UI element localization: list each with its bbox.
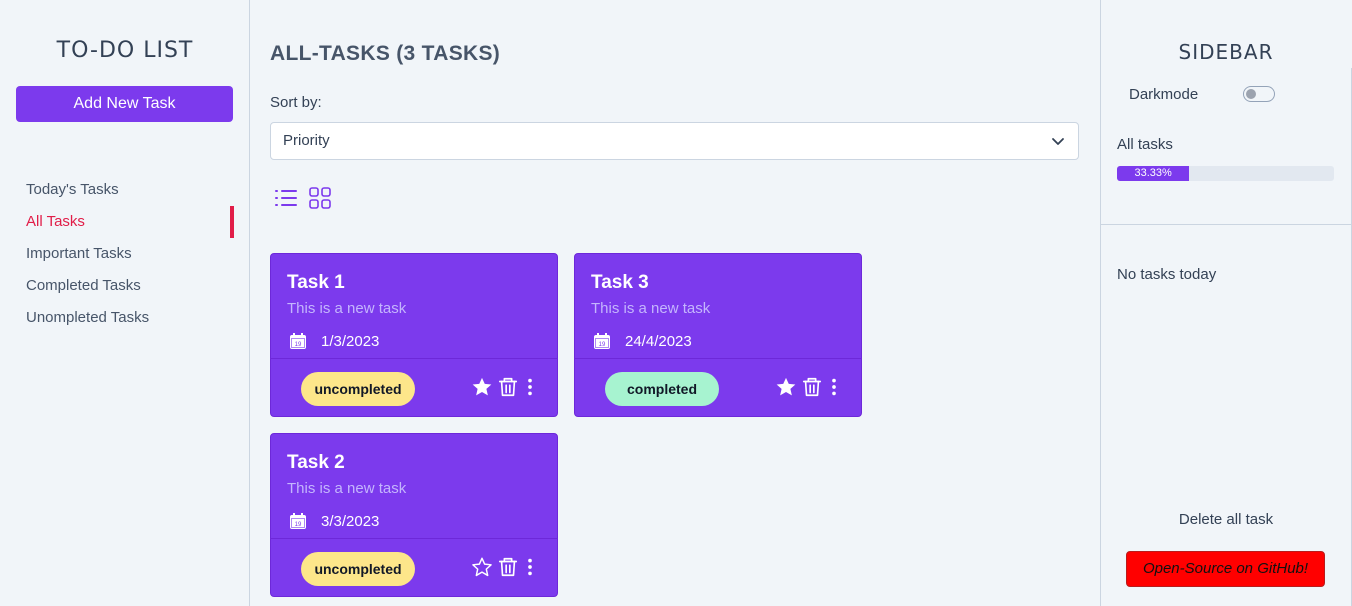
card-divider — [271, 358, 557, 359]
left-sidebar: TO-DO LIST Add New Task Today's Tasks Al… — [0, 0, 250, 606]
task-card[interactable]: Task 3 This is a new task 19 24/4/2023 c… — [574, 253, 862, 417]
progress-fill: 33.33% — [1117, 166, 1190, 181]
nav-item-uncompleted-tasks[interactable]: Unompleted Tasks — [0, 302, 250, 334]
grid-view-icon[interactable] — [308, 186, 332, 210]
more-vertical-icon[interactable] — [523, 556, 537, 583]
task-actions — [775, 376, 841, 403]
task-actions — [471, 556, 537, 583]
task-title: Task 2 — [287, 452, 345, 473]
right-sidebar: SIDEBAR Darkmode All tasks 33.33% No tas… — [1100, 0, 1352, 606]
delete-all-button[interactable]: Delete all task — [1101, 511, 1351, 528]
darkmode-toggle[interactable] — [1243, 86, 1275, 102]
main-content: ALL-TASKS (3 TASKS) Sort by: Priority Ta… — [250, 0, 1100, 606]
task-date: 24/4/2023 — [625, 332, 692, 350]
nav-item-completed-tasks[interactable]: Completed Tasks — [0, 270, 250, 302]
github-button[interactable]: Open-Source on GitHub! — [1126, 551, 1325, 587]
task-date-row: 19 3/3/2023 — [289, 512, 379, 530]
darkmode-label: Darkmode — [1129, 86, 1199, 103]
view-toggle — [274, 186, 332, 210]
svg-text:19: 19 — [295, 522, 302, 528]
card-divider — [271, 538, 557, 539]
trash-icon[interactable] — [497, 376, 519, 403]
task-date-row: 19 1/3/2023 — [289, 332, 379, 350]
task-description: This is a new task — [287, 300, 407, 317]
calendar-icon: 19 — [290, 513, 306, 529]
app-title: TO-DO LIST — [56, 38, 194, 63]
sort-select[interactable]: Priority — [270, 122, 1079, 160]
star-outline-icon[interactable] — [471, 556, 493, 583]
task-title: Task 1 — [287, 272, 345, 293]
task-date: 1/3/2023 — [321, 332, 380, 350]
task-description: This is a new task — [591, 300, 711, 317]
card-divider — [575, 358, 861, 359]
nav-item-todays-tasks[interactable]: Today's Tasks — [0, 174, 250, 206]
task-title: Task 3 — [591, 272, 649, 293]
nav-item-all-tasks[interactable]: All Tasks — [0, 206, 250, 238]
task-card[interactable]: Task 2 This is a new task 19 3/3/2023 un… — [270, 433, 558, 597]
no-tasks-message: No tasks today — [1117, 266, 1217, 283]
status-badge[interactable]: completed — [605, 372, 719, 406]
task-date: 3/3/2023 — [321, 512, 380, 530]
sidebar-divider — [1101, 224, 1351, 225]
task-card[interactable]: Task 1 This is a new task 19 1/3/2023 un… — [270, 253, 558, 417]
star-filled-icon[interactable] — [471, 376, 493, 403]
add-new-task-button[interactable]: Add New Task — [16, 86, 233, 122]
list-view-icon[interactable] — [274, 186, 298, 210]
status-badge[interactable]: uncompleted — [301, 372, 415, 406]
svg-text:19: 19 — [295, 342, 302, 348]
sort-label: Sort by: — [270, 94, 322, 111]
calendar-icon: 19 — [594, 333, 610, 349]
page-title: ALL-TASKS (3 TASKS) — [270, 42, 501, 65]
sort-select-value: Priority — [283, 132, 330, 149]
nav-item-important-tasks[interactable]: Important Tasks — [0, 238, 250, 270]
trash-icon[interactable] — [497, 556, 519, 583]
trash-icon[interactable] — [801, 376, 823, 403]
all-tasks-label: All tasks — [1117, 136, 1173, 153]
nav-menu: Today's Tasks All Tasks Important Tasks … — [0, 174, 250, 334]
sidebar-title: SIDEBAR — [1178, 40, 1274, 64]
status-badge[interactable]: uncompleted — [301, 552, 415, 586]
task-date-row: 19 24/4/2023 — [593, 332, 692, 350]
more-vertical-icon[interactable] — [827, 376, 841, 403]
more-vertical-icon[interactable] — [523, 376, 537, 403]
calendar-icon: 19 — [290, 333, 306, 349]
progress-bar: 33.33% — [1117, 166, 1334, 181]
chevron-down-icon — [1052, 138, 1064, 145]
task-description: This is a new task — [287, 480, 407, 497]
svg-text:19: 19 — [599, 342, 606, 348]
star-filled-icon[interactable] — [775, 376, 797, 403]
task-actions — [471, 376, 537, 403]
